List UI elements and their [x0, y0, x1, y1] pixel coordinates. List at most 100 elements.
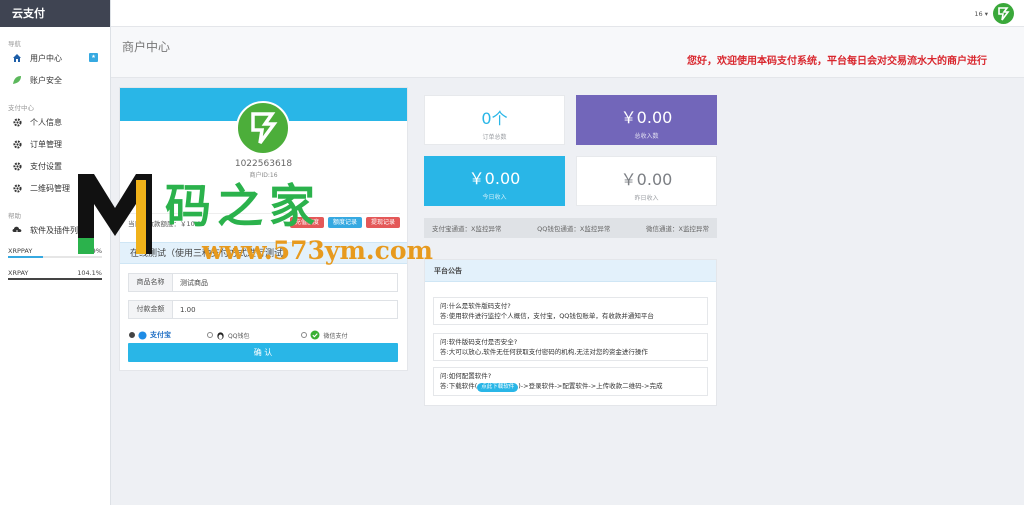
progress-row: XRPAY 104.1% — [8, 267, 102, 278]
sidebar-item-software[interactable]: 软件及插件列表 — [0, 219, 110, 241]
merchant-qq: 1022563618 — [234, 159, 293, 169]
sidebar-item-label: 账户安全 — [30, 75, 62, 85]
pay-option-label: 支付宝 — [150, 331, 171, 339]
help-section-title: 帮助 — [8, 212, 21, 220]
qq-penguin-icon — [217, 331, 224, 340]
faq-answer: 答:使用软件进行监控个人概信，支付宝，QQ钱包账单，有收款并通知平台 — [440, 312, 654, 320]
sidebar-item-label: 个人信息 — [30, 117, 62, 127]
brand-logo[interactable]: 云支付 — [0, 0, 110, 27]
faq-answer-post: )->登录软件->配置软件->上传收款二维码->完成 — [518, 382, 663, 390]
progress-label: XRPAY — [8, 268, 29, 277]
pay-option-wechat[interactable]: 微信支付 — [301, 330, 347, 340]
stat-card-orders: 0个 订单总数 — [424, 95, 565, 145]
channel-status-wechat: 微信通道：X监控异常 — [646, 225, 709, 233]
sidebar-item-user-center[interactable]: 用户中心 ★ — [0, 47, 110, 69]
progress-fill — [8, 256, 43, 258]
gear-icon — [12, 139, 22, 149]
product-name-label: 商品名称 — [129, 274, 173, 291]
gear-icon — [12, 161, 22, 171]
radio-qq[interactable] — [207, 332, 213, 338]
page-title: 商户中心 — [122, 40, 171, 54]
stat-value: ￥0.00 — [620, 170, 673, 189]
progress-fill — [8, 278, 102, 280]
profile-panel: 1022563618 商户ID:16 当日可收款额度：￥10.00 充值额度 额… — [119, 87, 408, 371]
sidebar-item-pay-settings[interactable]: 支付设置 — [0, 155, 110, 177]
amount-field: 付款金额 — [128, 300, 398, 319]
stat-card-yesterday-income: ￥0.00 昨日收入 — [576, 156, 717, 206]
channel-status-alipay: 支付宝通道：X监控异常 — [432, 225, 502, 233]
stat-value: 0个 — [481, 109, 508, 128]
progress-value: 36.9% — [81, 246, 102, 255]
sidebar-item-label: 订单管理 — [30, 139, 62, 149]
wechat-pay-icon — [310, 330, 320, 340]
stat-label: 今日收入 — [482, 194, 507, 201]
faq-answer-pre: 答:下载软件( — [440, 382, 478, 390]
stat-value: ￥0.00 — [468, 169, 521, 188]
notice-panel: 平台公告 问:什么是软件版码支付? 答:使用软件进行监控个人概信，支付宝，QQ钱… — [424, 259, 717, 406]
stat-value: ￥0.00 — [620, 108, 673, 127]
quota-label: 当日可收款额度：￥10.00 — [128, 219, 206, 228]
sidebar-item-label: 支付设置 — [30, 161, 62, 171]
sidebar-item-label: 用户中心 — [30, 53, 62, 63]
stat-label: 昨日收入 — [634, 195, 659, 202]
faq-question: 问:什么是软件版码支付? — [440, 302, 511, 310]
pay-option-qq[interactable]: QQ钱包 — [207, 331, 249, 340]
sidebar-item-label: 二维码管理 — [30, 183, 70, 193]
faq-answer: 答:下载软件(点此下载软件)->登录软件->配置软件->上传收款二维码->完成 — [440, 381, 701, 392]
pay-option-label: 微信支付 — [323, 332, 348, 340]
download-software-button[interactable]: 点此下载软件 — [477, 383, 519, 392]
progress-bar — [8, 256, 102, 258]
faq-item: 问:什么是软件版码支付? 答:使用软件进行监控个人概信，支付宝，QQ钱包账单，有… — [433, 297, 708, 325]
progress-row: XRPPAY 36.9% — [8, 245, 102, 256]
notice-title: 平台公告 — [425, 260, 716, 282]
amount-input[interactable] — [173, 301, 397, 318]
stat-label: 订单总数 — [482, 134, 507, 141]
usage-progress-list: XRPPAY 36.9% XRPAY 104.1% — [0, 245, 110, 280]
quota-row: 当日可收款额度：￥10.00 充值额度 额度记录 提现记录 — [128, 213, 400, 231]
channel-status-bar: 支付宝通道：X监控异常 QQ钱包通道：X监控异常 微信通道：X监控异常 — [424, 218, 717, 238]
sidebar-item-account-security[interactable]: 账户安全 — [0, 69, 110, 91]
pay-option-label: QQ钱包 — [228, 332, 250, 340]
leaf-icon — [12, 75, 22, 85]
sidebar-item-orders[interactable]: 订单管理 — [0, 133, 110, 155]
quota-record-button[interactable]: 额度记录 — [327, 217, 362, 228]
progress-value: 104.1% — [77, 268, 102, 277]
avatar — [236, 101, 290, 155]
sidebar-item-qrcode[interactable]: 二维码管理 — [0, 177, 110, 199]
gear-icon — [12, 183, 22, 193]
faq-item: 问:如何配置软件? 答:下载软件(点此下载软件)->登录软件->配置软件->上传… — [433, 367, 708, 396]
amount-label: 付款金额 — [129, 301, 173, 318]
sidebar-badge: ★ — [89, 53, 98, 62]
merchant-id: 商户ID:16 — [249, 172, 278, 179]
avatar[interactable] — [993, 3, 1014, 24]
quota-buttons: 充值额度 额度记录 提现记录 — [289, 217, 400, 228]
withdraw-record-button[interactable]: 提现记录 — [365, 217, 400, 228]
channel-status-qq: QQ钱包通道：X监控异常 — [537, 225, 611, 233]
stat-card-today-income: ￥0.00 今日收入 — [424, 156, 565, 206]
confirm-button[interactable]: 确 认 — [128, 343, 398, 362]
page-header: 商户中心 您好，欢迎使用本码支付系统，平台每日会对交易流水大的商户进行 — [111, 27, 1024, 78]
progress-bar — [8, 278, 102, 280]
sidebar: 云支付 导航 用户中心 ★ 账户安全 支付中心 个人信息 订单管理 支付设置 二… — [0, 0, 111, 505]
radio-wechat[interactable] — [301, 332, 308, 338]
test-pay-title: 在线测试（使用三种支付方式进行测试） — [120, 242, 407, 264]
faq-item: 问:软件版码支付是否安全? 答:大可以放心,软件无任何获取支付密码的机构,无法对… — [433, 333, 708, 361]
cloud-download-icon — [12, 225, 22, 235]
user-menu-toggle[interactable]: 16 ▾ — [974, 10, 988, 18]
product-name-input[interactable] — [173, 274, 397, 291]
pay-option-alipay[interactable]: 支付宝 — [129, 330, 171, 340]
home-icon — [12, 53, 22, 63]
radio-alipay[interactable] — [129, 332, 135, 338]
sidebar-item-profile[interactable]: 个人信息 — [0, 111, 110, 133]
progress-label: XRPPAY — [8, 246, 33, 255]
pay-section-title: 支付中心 — [8, 104, 34, 112]
alipay-icon — [138, 330, 147, 340]
topbar: 16 ▾ — [111, 0, 1024, 27]
gear-icon — [12, 117, 22, 127]
nav-section-title: 导航 — [8, 40, 21, 48]
stat-card-total-income: ￥0.00 总收入数 — [576, 95, 717, 145]
faq-question: 问:如何配置软件? — [440, 372, 492, 380]
recharge-button[interactable]: 充值额度 — [289, 217, 324, 228]
faq-answer: 答:大可以放心,软件无任何获取支付密码的机构,无法对您的资金进行操作 — [440, 348, 648, 356]
stat-label: 总收入数 — [634, 133, 659, 140]
